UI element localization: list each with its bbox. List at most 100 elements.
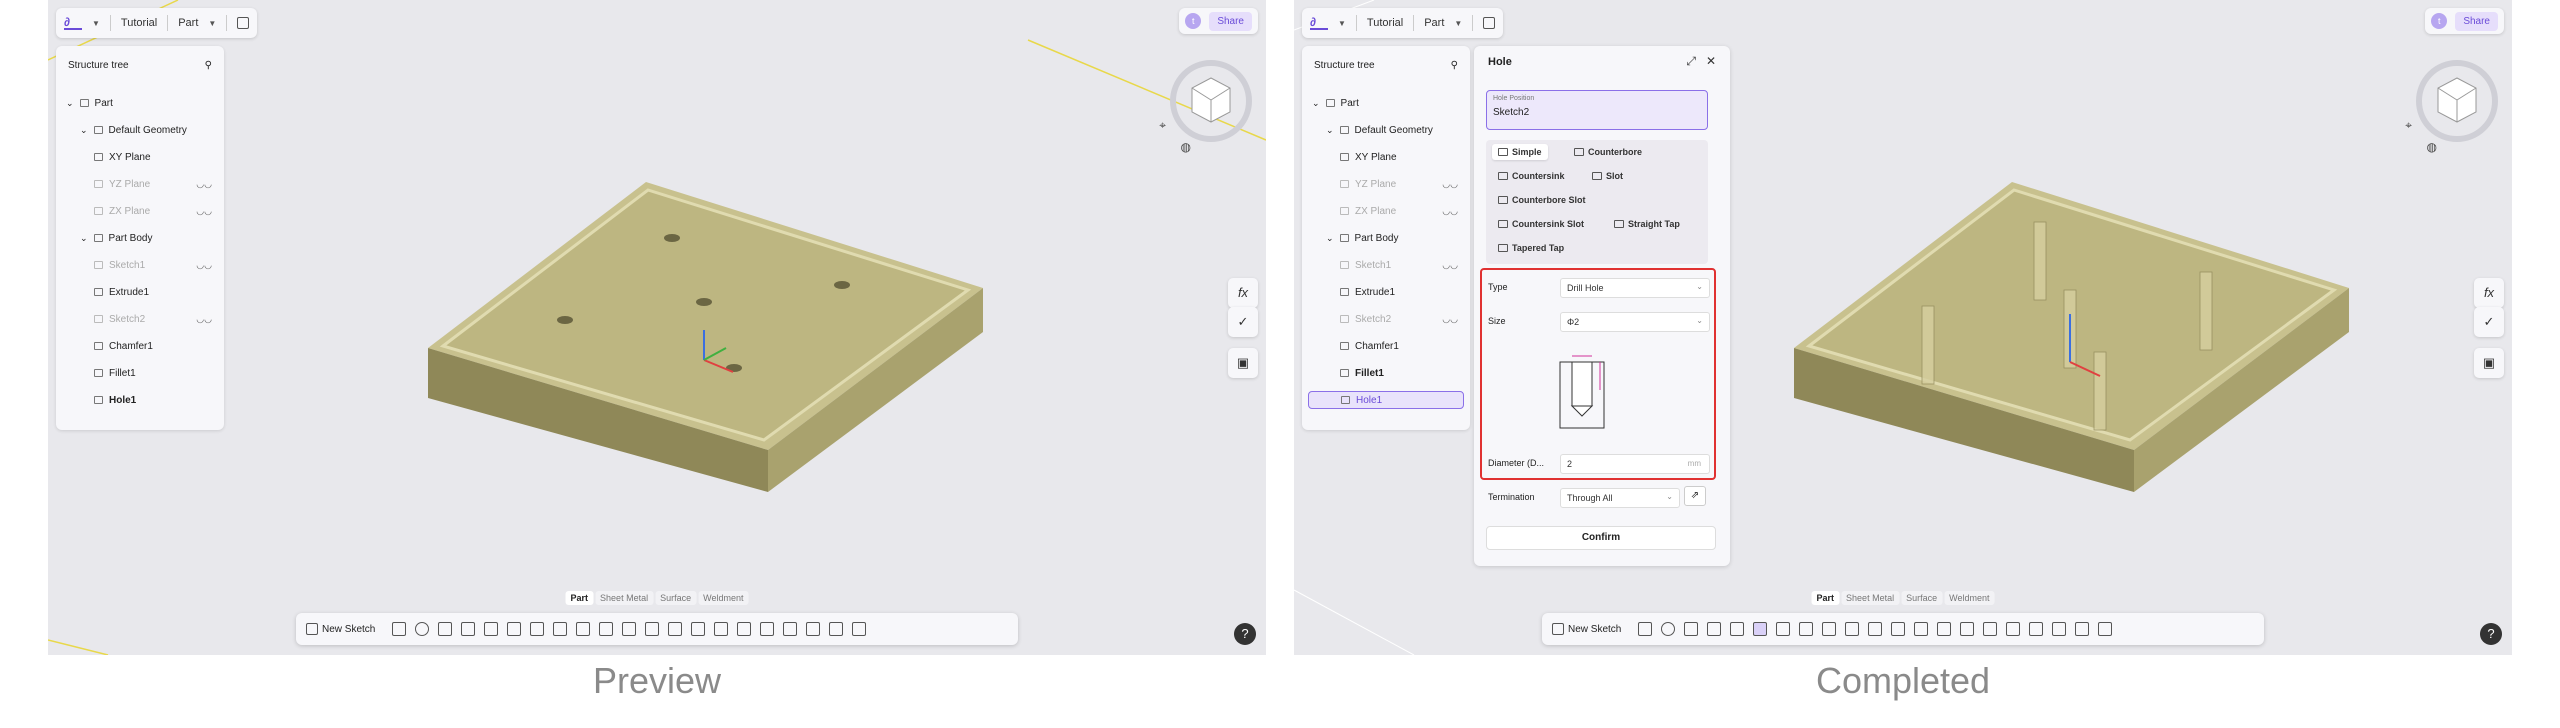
tree-item[interactable]: Sketch1 ◡◡	[62, 256, 218, 274]
termination-select[interactable]: Through All ⌄	[1560, 488, 1680, 508]
split-icon[interactable]	[737, 622, 752, 636]
tree-item[interactable]: Fillet1	[62, 364, 218, 382]
search-icon[interactable]: ⚲	[1451, 60, 1458, 71]
scale-icon[interactable]	[2006, 622, 2021, 636]
mode-select[interactable]: Part	[178, 17, 198, 29]
panel-toggle-icon[interactable]	[1483, 17, 1496, 29]
mode-select[interactable]: Part	[1424, 17, 1444, 29]
mirror-icon[interactable]	[668, 622, 683, 636]
axis-icon[interactable]	[806, 622, 821, 636]
view-cube[interactable]	[2416, 60, 2498, 142]
tree-item[interactable]: ⌄ Part	[62, 94, 218, 112]
new-sketch-button[interactable]: New Sketch	[306, 623, 375, 635]
tree-item[interactable]: Chamfer1	[62, 337, 218, 355]
hidden-eye-icon[interactable]: ◡◡	[1442, 314, 1458, 325]
fillet-icon[interactable]	[1776, 622, 1791, 636]
loft-icon[interactable]	[461, 622, 476, 636]
fit-view-icon[interactable]: ⌖	[2405, 118, 2412, 133]
check-icon[interactable]: ✓	[2474, 307, 2504, 337]
pattern-icon[interactable]	[645, 622, 660, 636]
sweep-icon[interactable]	[1684, 622, 1699, 636]
draft-icon[interactable]	[576, 622, 591, 636]
extrude-icon[interactable]	[1638, 622, 1653, 636]
confirm-button[interactable]: Confirm	[1486, 526, 1716, 550]
draft-icon[interactable]	[1822, 622, 1837, 636]
tree-item[interactable]: ⌄ Part Body	[1308, 229, 1464, 247]
hidden-eye-icon[interactable]: ◡◡	[196, 314, 212, 325]
flip-direction-button[interactable]: ⇗	[1684, 486, 1706, 506]
avatar[interactable]: t	[2431, 13, 2448, 29]
mirror-icon[interactable]	[1914, 622, 1929, 636]
tree-item[interactable]: ⌄ Part	[1308, 94, 1464, 112]
hole-type-countersink-slot[interactable]: Countersink Slot	[1492, 216, 1590, 232]
new-sketch-button[interactable]: New Sketch	[1552, 623, 1621, 635]
tab-surface[interactable]: Surface	[1901, 591, 1943, 605]
expand-chevron-icon[interactable]: ⌄	[1326, 233, 1334, 244]
app-logo-icon[interactable]: ∂	[64, 16, 82, 30]
tree-item[interactable]: XY Plane	[1308, 148, 1464, 166]
measure-icon[interactable]	[852, 622, 867, 636]
viewport-3d[interactable]	[48, 0, 1266, 655]
chamfer-icon[interactable]	[1799, 622, 1814, 636]
help-icon[interactable]: ?	[1234, 623, 1256, 645]
hidden-eye-icon[interactable]: ◡◡	[1442, 179, 1458, 190]
tab-sheet-metal[interactable]: Sheet Metal	[595, 591, 654, 605]
fillet-icon[interactable]	[530, 622, 545, 636]
chevron-down-icon[interactable]: ▼	[208, 19, 216, 28]
hole-icon[interactable]	[507, 622, 522, 636]
tree-item[interactable]: Extrude1	[62, 283, 218, 301]
axis-icon[interactable]	[2052, 622, 2067, 636]
render-mode-icon[interactable]: ◍	[2427, 140, 2437, 154]
render-mode-icon[interactable]: ◍	[1181, 140, 1191, 154]
tab-surface[interactable]: Surface	[655, 591, 697, 605]
expand-chevron-icon[interactable]: ⌄	[80, 233, 88, 244]
check-icon[interactable]: ✓	[1228, 307, 1258, 337]
plane-icon[interactable]	[783, 622, 798, 636]
size-select[interactable]: Φ2 ⌄	[1560, 312, 1710, 332]
tree-item[interactable]: Hole1	[1308, 391, 1464, 409]
chevron-down-icon[interactable]: ▼	[92, 19, 100, 28]
tree-item[interactable]: Sketch2 ◡◡	[62, 310, 218, 328]
tree-item[interactable]: ZX Plane ◡◡	[62, 202, 218, 220]
document-name[interactable]: Tutorial	[1367, 17, 1403, 29]
tree-item[interactable]: Hole1	[62, 391, 218, 409]
sweep-icon[interactable]	[438, 622, 453, 636]
rib-icon[interactable]	[1730, 622, 1745, 636]
share-button[interactable]: Share	[1209, 11, 1252, 31]
hole-type-straight-tap[interactable]: Straight Tap	[1608, 216, 1686, 232]
tree-item[interactable]: Chamfer1	[1308, 337, 1464, 355]
search-icon[interactable]: ⚲	[205, 60, 212, 71]
point-icon[interactable]	[829, 622, 844, 636]
plane-icon[interactable]	[2029, 622, 2044, 636]
tab-weldment[interactable]: Weldment	[698, 591, 749, 605]
avatar[interactable]: t	[1185, 13, 1202, 29]
app-logo-icon[interactable]: ∂	[1310, 16, 1328, 30]
chevron-down-icon[interactable]: ▼	[1454, 19, 1462, 28]
scale-icon[interactable]	[760, 622, 775, 636]
thicken-icon[interactable]	[622, 622, 637, 636]
tab-sheet-metal[interactable]: Sheet Metal	[1841, 591, 1900, 605]
hole-position-field[interactable]: Hole Position Sketch2	[1486, 90, 1708, 130]
tree-item[interactable]: Sketch2 ◡◡	[1308, 310, 1464, 328]
type-select[interactable]: Drill Hole ⌄	[1560, 278, 1710, 298]
close-icon[interactable]: ✕	[1706, 54, 1716, 69]
expand-chevron-icon[interactable]: ⌄	[1326, 125, 1334, 136]
thicken-icon[interactable]	[1868, 622, 1883, 636]
hole-type-slot[interactable]: Slot	[1586, 168, 1629, 184]
expand-chevron-icon[interactable]: ⌄	[80, 125, 88, 136]
fit-view-icon[interactable]: ⌖	[1159, 118, 1166, 133]
boolean-icon[interactable]	[714, 622, 729, 636]
tree-item[interactable]: ⌄ Part Body	[62, 229, 218, 247]
formula-icon[interactable]: fx	[2474, 278, 2504, 308]
hole-type-simple[interactable]: Simple	[1492, 144, 1548, 160]
revolve-icon[interactable]	[1661, 622, 1676, 636]
tree-item[interactable]: YZ Plane ◡◡	[62, 175, 218, 193]
hole-icon[interactable]	[1753, 622, 1768, 636]
tree-item[interactable]: Sketch1 ◡◡	[1308, 256, 1464, 274]
tree-item[interactable]: ZX Plane ◡◡	[1308, 202, 1464, 220]
share-button[interactable]: Share	[2455, 11, 2498, 31]
tree-item[interactable]: Extrude1	[1308, 283, 1464, 301]
rib-icon[interactable]	[484, 622, 499, 636]
help-icon[interactable]: ?	[2480, 623, 2502, 645]
boolean-icon[interactable]	[1960, 622, 1975, 636]
